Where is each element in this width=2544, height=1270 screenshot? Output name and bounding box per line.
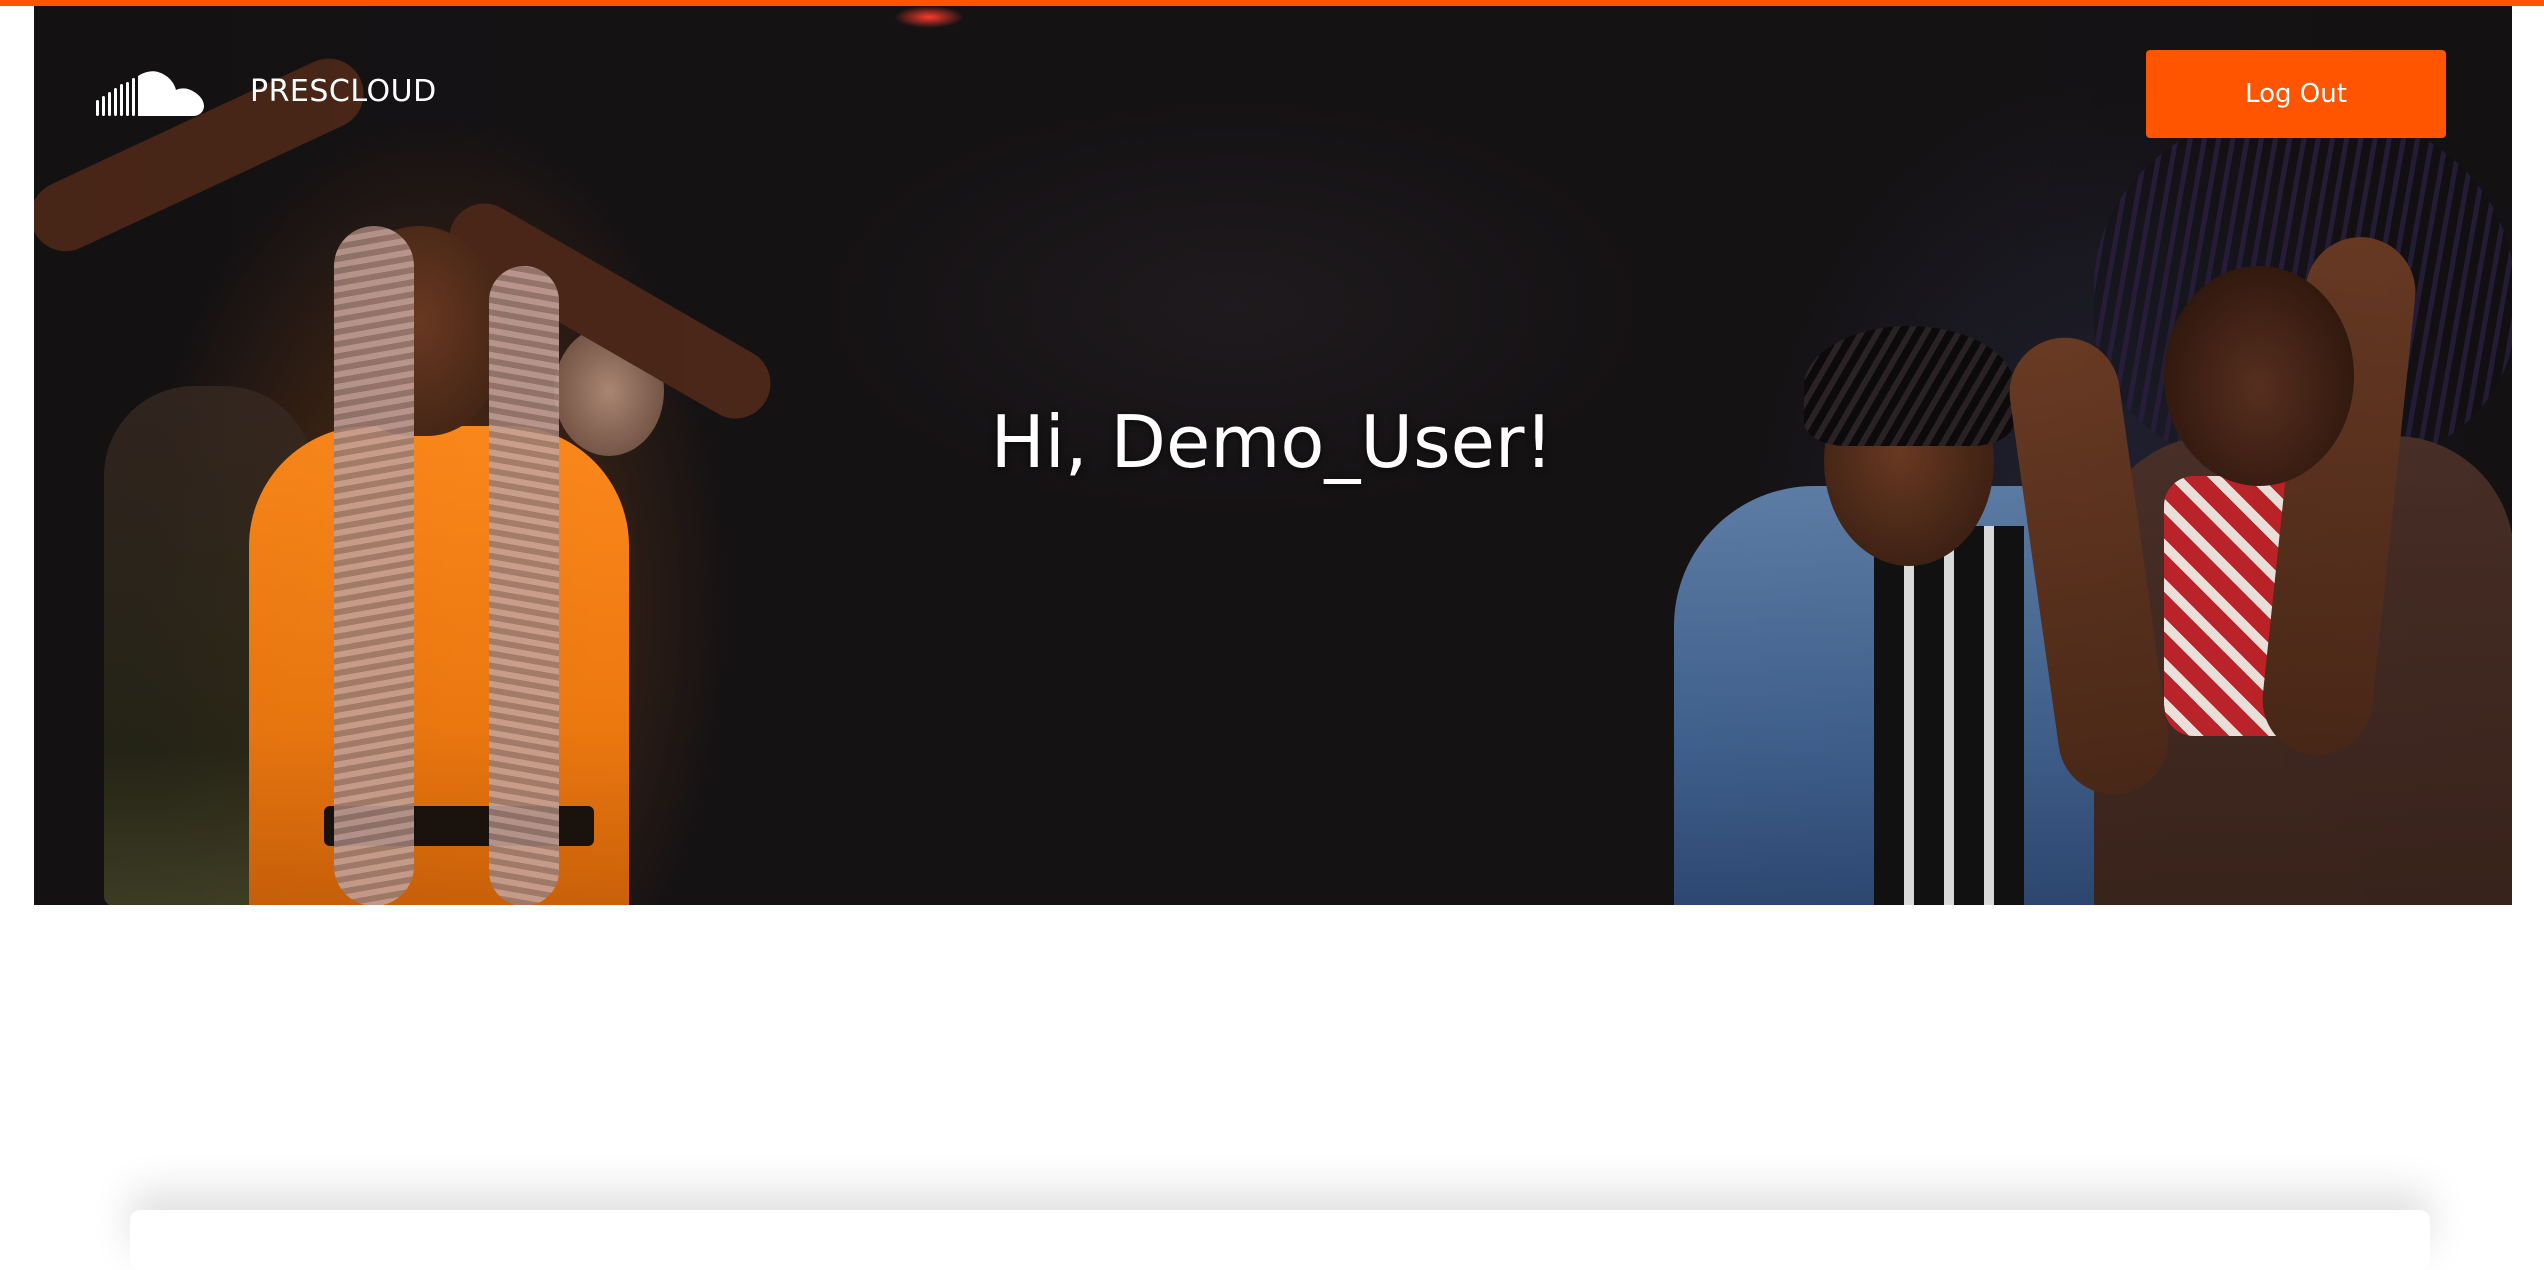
soundcloud-cloud-icon[interactable]: [96, 70, 206, 118]
content-card: [130, 1210, 2430, 1270]
welcome-greeting: Hi, Demo_User!: [990, 400, 1554, 484]
brand-name[interactable]: PRESCLOUD: [250, 74, 437, 109]
log-out-button[interactable]: Log Out: [2146, 50, 2446, 138]
